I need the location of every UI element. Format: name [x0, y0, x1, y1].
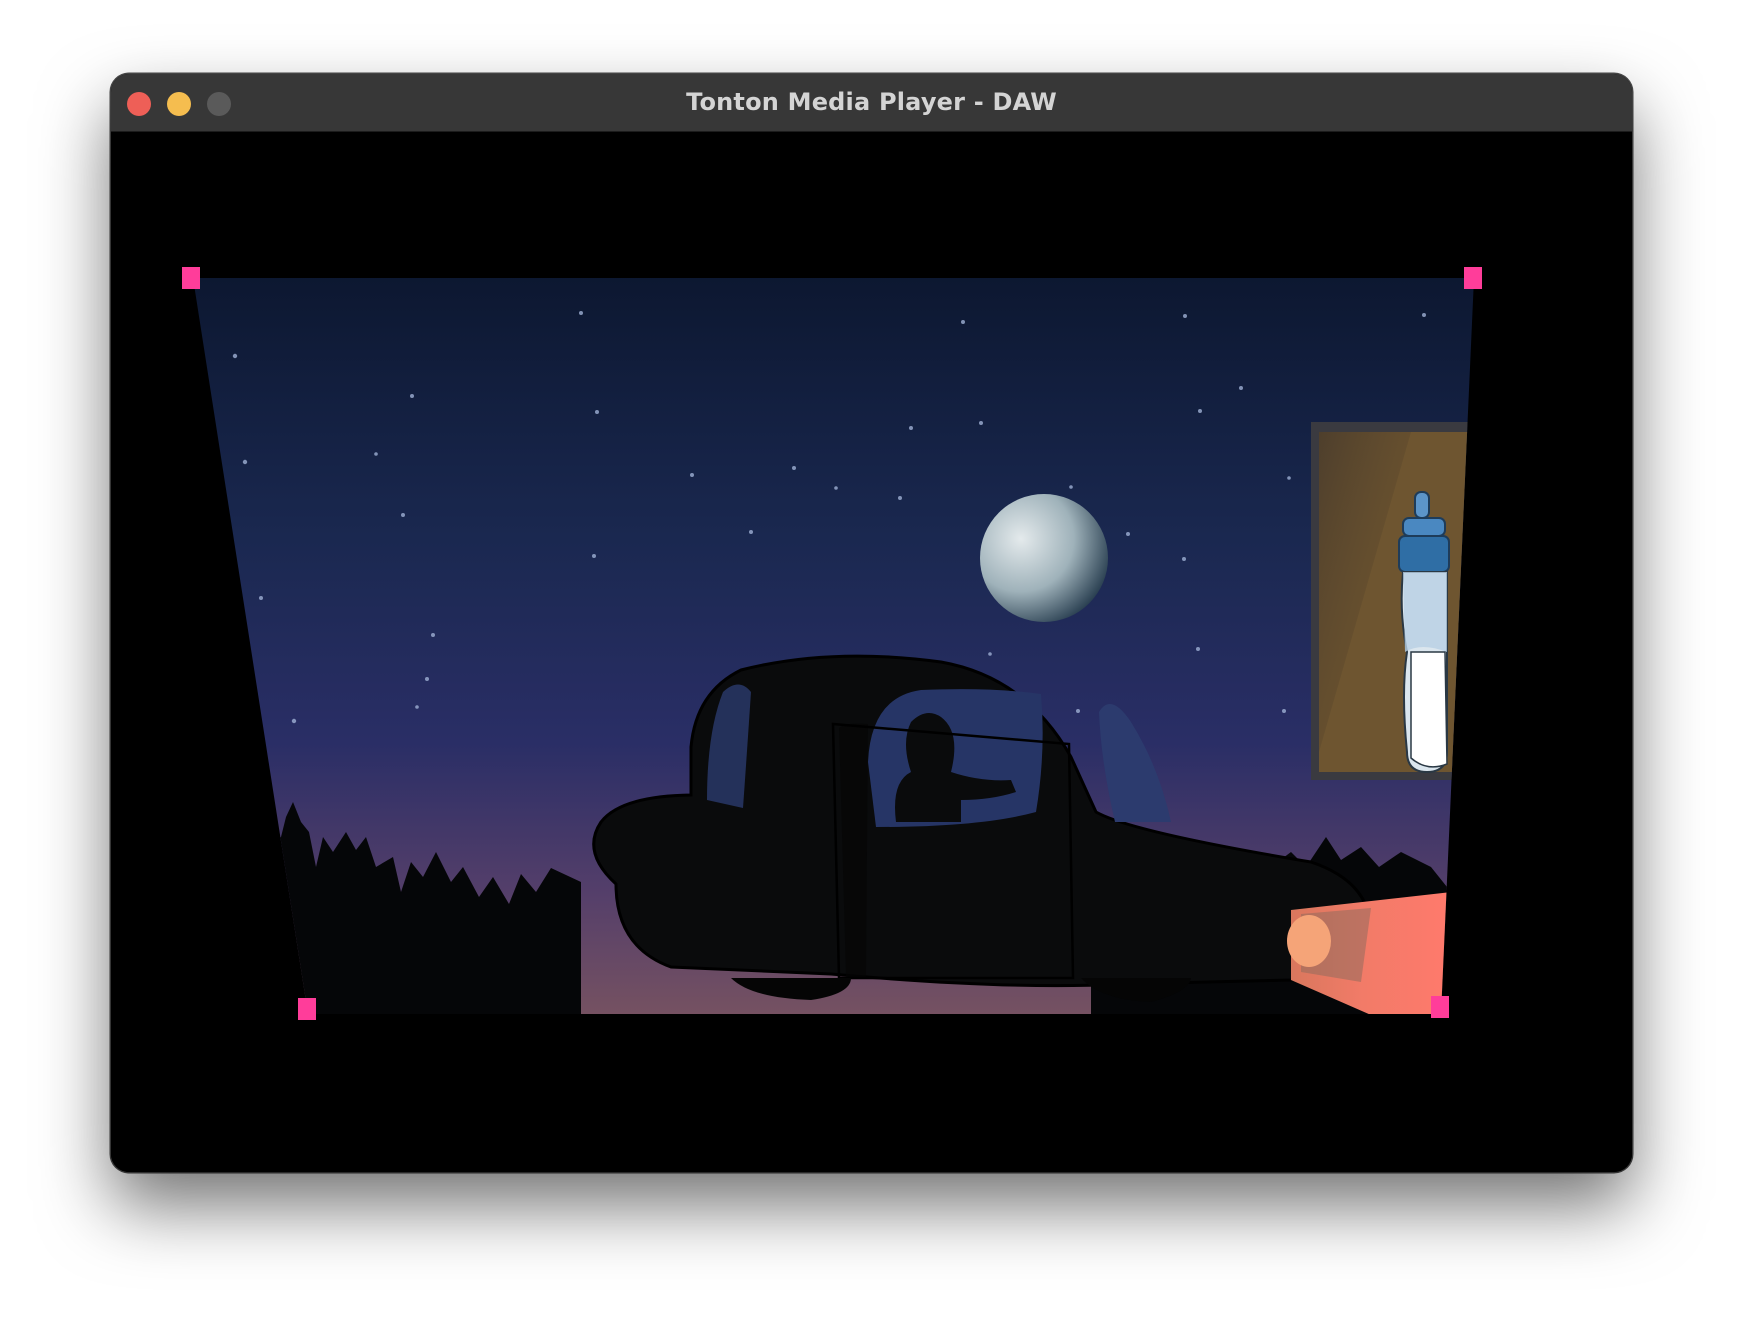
warp-handle-bottom-right[interactable]: [1431, 996, 1449, 1018]
media-player-window: Tonton Media Player - DAW: [111, 74, 1632, 1172]
window-title: Tonton Media Player - DAW: [686, 88, 1057, 116]
video-frame: [111, 278, 1632, 1172]
title-bar[interactable]: Tonton Media Player - DAW: [111, 74, 1632, 132]
video-canvas: [111, 132, 1632, 1172]
baby-bottle-image: [1398, 491, 1450, 774]
warped-video-layer: [193, 278, 1474, 1014]
warp-handle-top-left[interactable]: [182, 267, 200, 289]
drive-in-screen: [1311, 422, 1474, 780]
warp-handle-bottom-left[interactable]: [298, 998, 316, 1020]
moon: [980, 494, 1108, 622]
warp-handle-top-right[interactable]: [1464, 267, 1482, 289]
